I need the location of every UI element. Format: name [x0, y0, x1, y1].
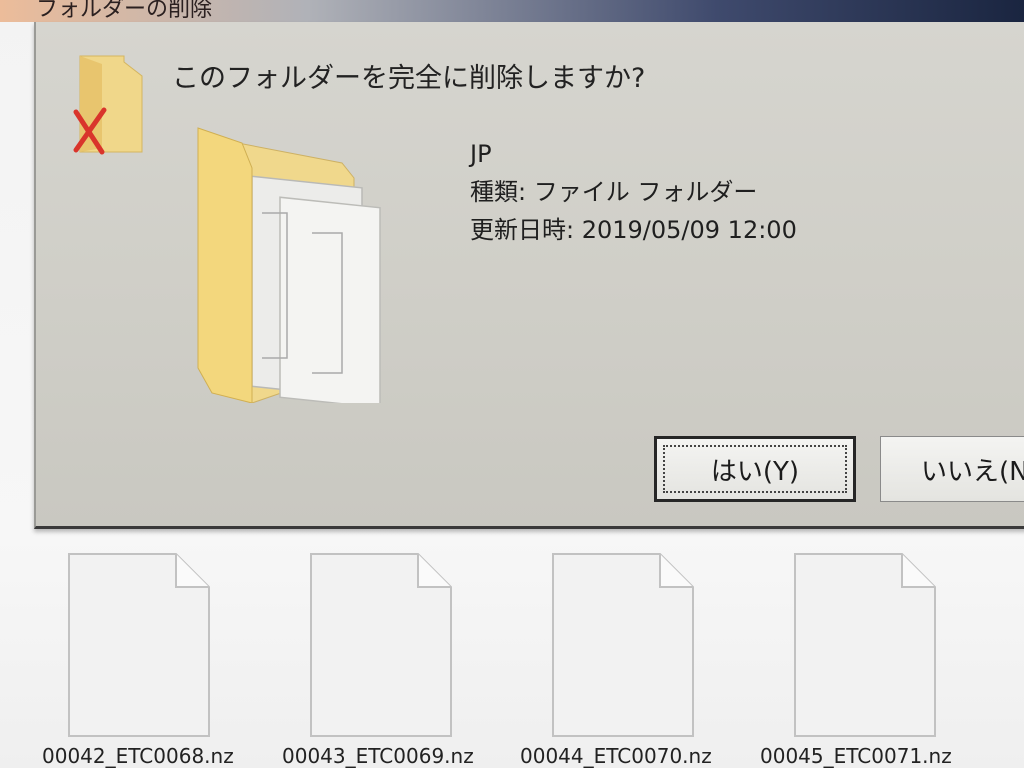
focus-rectangle: [663, 445, 847, 493]
file-name-label[interactable]: 00043_ETC0069.nz: [282, 744, 474, 768]
no-button[interactable]: いいえ(N): [880, 436, 1024, 502]
file-name-label[interactable]: 00042_ETC0068.nz: [42, 744, 234, 768]
yes-button[interactable]: はい(Y): [654, 436, 856, 502]
file-icon[interactable]: [790, 552, 940, 738]
file-icon[interactable]: [548, 552, 698, 738]
no-button-label: いいえ(N): [921, 456, 1024, 487]
delete-folder-icon: [73, 55, 143, 155]
file-icon[interactable]: [306, 552, 456, 738]
dialog-title: フォルダーの削除: [36, 0, 213, 22]
file-name-label[interactable]: 00045_ETC0071.nz: [760, 744, 952, 768]
confirm-question: このフォルダーを完全に削除しますか?: [172, 63, 646, 94]
folder-info: JP 種類: ファイル フォルダー 更新日時: 2019/05/09 12:00: [470, 135, 797, 249]
folder-icon: [197, 127, 381, 403]
file-name-label[interactable]: 00044_ETC0070.nz: [520, 744, 712, 768]
folder-name: JP: [470, 140, 492, 168]
folder-type: 種類: ファイル フォルダー: [470, 178, 758, 206]
folder-modified-date: 更新日時: 2019/05/09 12:00: [470, 216, 797, 244]
file-icon[interactable]: [64, 552, 214, 738]
delete-folder-dialog: このフォルダーを完全に削除しますか? JP 種類: ファイル フォルダー 更新日…: [34, 22, 1024, 529]
dialog-title-bar[interactable]: フォルダーの削除: [0, 0, 1024, 22]
